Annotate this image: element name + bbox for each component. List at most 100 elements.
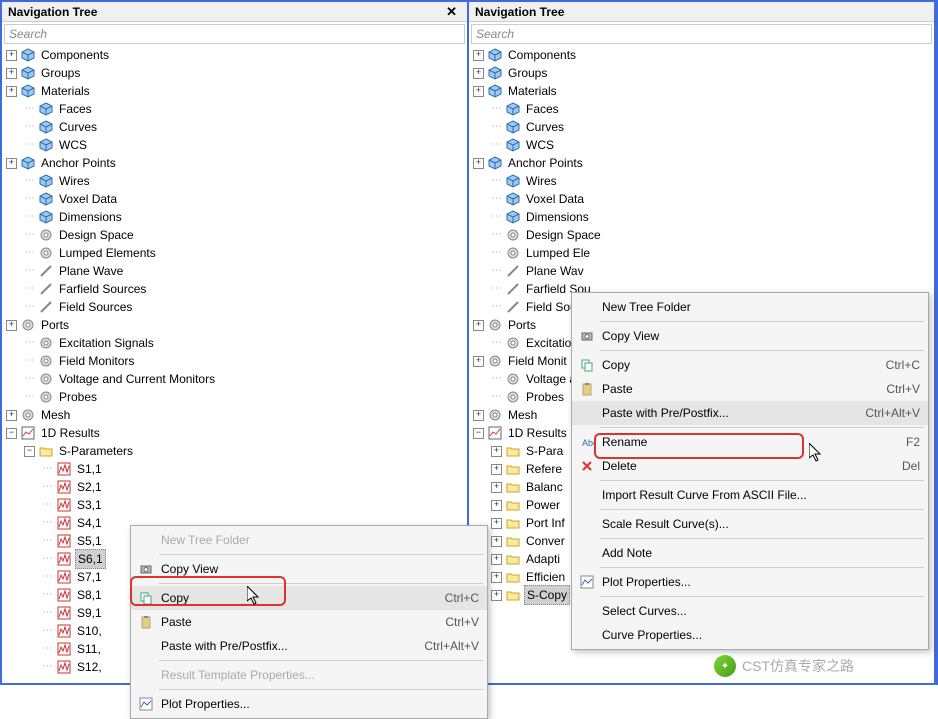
tree-item[interactable]: +Anchor Points bbox=[471, 154, 934, 172]
tree-item-label[interactable]: Faces bbox=[524, 100, 561, 118]
expand-icon[interactable]: + bbox=[473, 86, 484, 97]
tree-item-label[interactable]: Dimensions bbox=[57, 208, 124, 226]
tree-item-label[interactable]: 1D Results bbox=[39, 424, 102, 442]
tree-item-label[interactable]: Faces bbox=[57, 100, 94, 118]
tree-item-label[interactable]: S-Copy bbox=[524, 585, 570, 605]
tree-item[interactable]: − 1D Results bbox=[4, 424, 467, 442]
tree-item[interactable]: +Groups bbox=[4, 64, 467, 82]
context-menu-item[interactable]: PasteCtrl+V bbox=[572, 377, 928, 401]
tree-item-label[interactable]: Balanc bbox=[524, 478, 565, 496]
tree-item[interactable]: ⋯Farfield Sources bbox=[4, 280, 467, 298]
tree-item-label[interactable]: Anchor Points bbox=[39, 154, 118, 172]
tree-item-label[interactable]: 1D Results bbox=[506, 424, 569, 442]
tree-item[interactable]: ⋯WCS bbox=[471, 136, 934, 154]
context-menu-item[interactable]: PasteCtrl+V bbox=[131, 610, 487, 634]
tree-item[interactable]: ⋯Excitation Signals bbox=[4, 334, 467, 352]
tree-item[interactable]: ⋯Curves bbox=[4, 118, 467, 136]
tree-item[interactable]: ⋯Voltage and Current Monitors bbox=[4, 370, 467, 388]
tree-item[interactable]: −S-Parameters bbox=[4, 442, 467, 460]
expand-icon[interactable]: + bbox=[491, 446, 502, 457]
expand-icon[interactable]: + bbox=[491, 554, 502, 565]
context-menu-item[interactable]: Curve Properties... bbox=[572, 623, 928, 647]
context-menu-item[interactable]: Plot Properties... bbox=[572, 570, 928, 594]
expand-icon[interactable]: + bbox=[473, 68, 484, 79]
tree-item[interactable]: ⋯WCS bbox=[4, 136, 467, 154]
tree-item-label[interactable]: Groups bbox=[39, 64, 82, 82]
context-menu-item[interactable]: CopyCtrl+C bbox=[572, 353, 928, 377]
context-menu-item[interactable]: AbcRenameF2 bbox=[572, 430, 928, 454]
tree-item-label[interactable]: Groups bbox=[506, 64, 549, 82]
expand-icon[interactable]: + bbox=[491, 464, 502, 475]
expand-icon[interactable]: + bbox=[473, 158, 484, 169]
tree-item-label[interactable]: Dimensions bbox=[524, 208, 591, 226]
tree-item-label[interactable]: Curves bbox=[524, 118, 566, 136]
tree-item-label[interactable]: S6,1 bbox=[75, 549, 106, 569]
context-menu-item[interactable]: Import Result Curve From ASCII File... bbox=[572, 483, 928, 507]
tree-item[interactable]: +Components bbox=[4, 46, 467, 64]
tree-item-label[interactable]: Design Space bbox=[57, 226, 136, 244]
tree-item[interactable]: ⋯Design Space bbox=[471, 226, 934, 244]
context-menu-item[interactable]: Plot Properties... bbox=[131, 692, 487, 716]
tree-item-label[interactable]: S9,1 bbox=[75, 604, 104, 622]
tree-item[interactable]: ⋯S1,1 bbox=[4, 460, 467, 478]
tree-item-label[interactable]: Field Sources bbox=[57, 298, 134, 316]
tree-item-label[interactable]: S1,1 bbox=[75, 460, 104, 478]
tree-item[interactable]: ⋯S3,1 bbox=[4, 496, 467, 514]
tree-item[interactable]: +Ports bbox=[4, 316, 467, 334]
context-menu-item[interactable]: CopyCtrl+C bbox=[131, 586, 487, 610]
tree-item-label[interactable]: S11, bbox=[75, 640, 103, 658]
tree-item-label[interactable]: Plane Wav bbox=[524, 262, 586, 280]
expand-icon[interactable]: + bbox=[6, 410, 17, 421]
tree-item-label[interactable]: Materials bbox=[39, 82, 92, 100]
expand-icon[interactable]: + bbox=[6, 320, 17, 331]
tree-item-label[interactable]: Farfield Sources bbox=[57, 280, 148, 298]
collapse-icon[interactable]: − bbox=[6, 428, 17, 439]
tree-item[interactable]: ⋯Plane Wav bbox=[471, 262, 934, 280]
tree-item[interactable]: ⋯Lumped Ele bbox=[471, 244, 934, 262]
tree-item-label[interactable]: Voxel Data bbox=[524, 190, 586, 208]
tree-item-label[interactable]: Wires bbox=[57, 172, 92, 190]
search-input[interactable]: Search bbox=[471, 24, 932, 44]
tree-item-label[interactable]: Wires bbox=[524, 172, 559, 190]
tree-item[interactable]: ⋯Lumped Elements bbox=[4, 244, 467, 262]
tree-item-label[interactable]: Excitation Signals bbox=[57, 334, 156, 352]
tree-item-label[interactable]: S10, bbox=[75, 622, 104, 640]
expand-icon[interactable]: + bbox=[491, 536, 502, 547]
tree-item-label[interactable]: Adapti bbox=[524, 550, 562, 568]
tree-item[interactable]: ⋯Voxel Data bbox=[471, 190, 934, 208]
tree-item-label[interactable]: Mesh bbox=[39, 406, 72, 424]
tree-item-label[interactable]: Probes bbox=[524, 388, 566, 406]
tree-item[interactable]: ⋯Plane Wave bbox=[4, 262, 467, 280]
context-menu-item[interactable]: DeleteDel bbox=[572, 454, 928, 478]
context-menu-item[interactable]: Paste with Pre/Postfix...Ctrl+Alt+V bbox=[131, 634, 487, 658]
tree-item[interactable]: +Components bbox=[471, 46, 934, 64]
tree-item-label[interactable]: Voxel Data bbox=[57, 190, 119, 208]
expand-icon[interactable]: + bbox=[491, 572, 502, 583]
expand-icon[interactable]: + bbox=[473, 410, 484, 421]
tree-item-label[interactable]: Field Monitors bbox=[57, 352, 136, 370]
expand-icon[interactable]: + bbox=[473, 320, 484, 331]
expand-icon[interactable]: + bbox=[491, 500, 502, 511]
context-menu[interactable]: New Tree FolderCopy ViewCopyCtrl+CPasteC… bbox=[130, 525, 488, 719]
tree-item-label[interactable]: S12, bbox=[75, 658, 104, 676]
expand-icon[interactable]: + bbox=[473, 356, 484, 367]
tree-item-label[interactable]: WCS bbox=[524, 136, 556, 154]
collapse-icon[interactable]: − bbox=[473, 428, 484, 439]
tree-item[interactable]: ⋯Voxel Data bbox=[4, 190, 467, 208]
tree-item-label[interactable]: S-Para bbox=[524, 442, 565, 460]
tree-item[interactable]: +Materials bbox=[471, 82, 934, 100]
tree-item-label[interactable]: S8,1 bbox=[75, 586, 104, 604]
tree-item-label[interactable]: S2,1 bbox=[75, 478, 104, 496]
close-icon[interactable]: ✕ bbox=[442, 4, 461, 20]
tree-item-label[interactable]: Lumped Ele bbox=[524, 244, 592, 262]
context-menu-item[interactable]: Paste with Pre/Postfix...Ctrl+Alt+V bbox=[572, 401, 928, 425]
tree-item-label[interactable]: S4,1 bbox=[75, 514, 104, 532]
tree-item[interactable]: + Mesh bbox=[4, 406, 467, 424]
tree-item-label[interactable]: S-Parameters bbox=[57, 442, 135, 460]
search-input[interactable]: Search bbox=[4, 24, 465, 44]
tree-item-label[interactable]: Power bbox=[524, 496, 562, 514]
tree-item-label[interactable]: Design Space bbox=[524, 226, 603, 244]
tree-item[interactable]: ⋯Design Space bbox=[4, 226, 467, 244]
context-menu-item[interactable]: Copy View bbox=[572, 324, 928, 348]
tree-item-label[interactable]: Mesh bbox=[506, 406, 539, 424]
